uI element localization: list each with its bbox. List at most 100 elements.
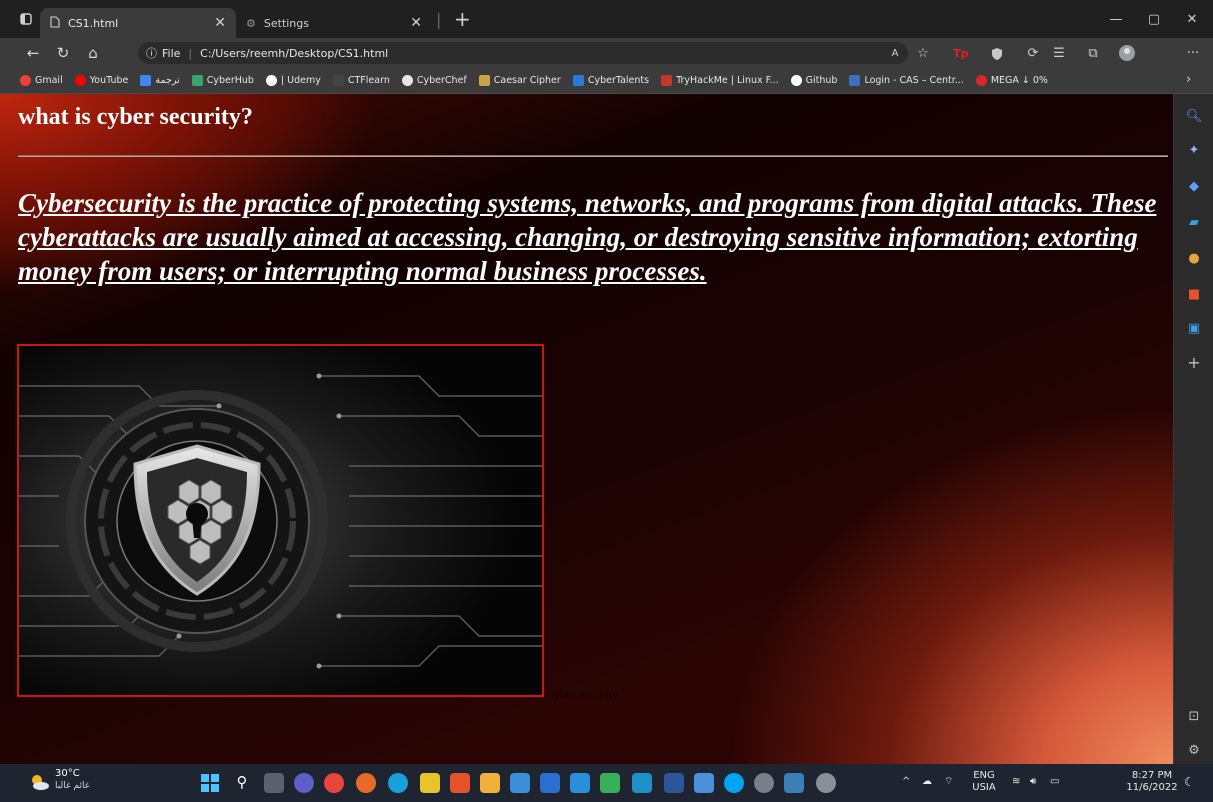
- mega-icon: [975, 75, 987, 86]
- bookmarks-bar: Gmail YouTube ترجمة CyberHub | Udemy CTF…: [0, 68, 1213, 94]
- add-icon[interactable]: +: [1184, 352, 1204, 372]
- chevron-right-icon[interactable]: ›: [1186, 72, 1191, 87]
- close-window-icon[interactable]: ✕: [1173, 0, 1211, 38]
- office-icon[interactable]: ■: [1184, 284, 1204, 304]
- search-icon[interactable]: ⚲: [232, 773, 252, 793]
- mail-icon[interactable]: [570, 773, 590, 793]
- tab-title: Settings: [263, 16, 309, 30]
- more-menu-icon[interactable]: ···: [1180, 40, 1206, 66]
- url-text: C:/Users/reemh/Desktop/CS1.html: [200, 46, 389, 60]
- sidebar-toggle-icon[interactable]: ⊡: [1184, 706, 1204, 726]
- close-tab-icon[interactable]: ✕: [410, 15, 422, 31]
- horizontal-rule: [18, 155, 1168, 157]
- read-aloud-icon[interactable]: A: [882, 40, 908, 66]
- battery-icon[interactable]: ▭: [1050, 776, 1059, 788]
- app-icon[interactable]: [420, 773, 440, 793]
- info-icon: ⓘ: [146, 47, 157, 60]
- app-icon[interactable]: [632, 773, 652, 793]
- address-bar[interactable]: ⓘ File | C:/Users/reemh/Desktop/CS1.html: [138, 42, 908, 64]
- bookmark-item[interactable]: Login - CAS – Centr...: [849, 75, 964, 86]
- chat-icon[interactable]: [294, 773, 314, 793]
- bookmark-item[interactable]: MEGA ↓ 0%: [975, 75, 1048, 86]
- bookmark-item[interactable]: Caesar Cipher: [478, 75, 561, 86]
- shield-extension-icon[interactable]: [984, 40, 1010, 66]
- app-icon[interactable]: [356, 773, 376, 793]
- bookmark-item[interactable]: TryHackMe | Linux F...: [661, 75, 779, 86]
- bookmark-item[interactable]: CTFlearn: [332, 75, 390, 86]
- bookmark-item[interactable]: ترجمة: [140, 75, 180, 86]
- page-icon: [50, 15, 60, 31]
- search-icon[interactable]: 🔍︎: [1184, 106, 1204, 126]
- file-explorer-icon[interactable]: [480, 773, 500, 793]
- app-icon[interactable]: [784, 773, 804, 793]
- workspaces-icon[interactable]: [12, 5, 40, 33]
- collections-icon[interactable]: ⧉: [1080, 40, 1106, 66]
- back-icon[interactable]: ←: [18, 39, 48, 67]
- bookmark-item[interactable]: CyberTalents: [572, 75, 649, 86]
- word-icon[interactable]: [664, 773, 684, 793]
- refresh-icon[interactable]: ↻: [48, 39, 78, 67]
- github-icon: [790, 75, 802, 86]
- office-icon[interactable]: [450, 773, 470, 793]
- shopping-tag-icon[interactable]: ◆: [1184, 176, 1204, 196]
- app-icon[interactable]: [754, 773, 774, 793]
- volume-icon[interactable]: 🔊︎: [1030, 776, 1036, 788]
- bookmark-item[interactable]: Github: [790, 75, 837, 86]
- onedrive-icon[interactable]: ☁: [922, 776, 932, 788]
- minimize-icon[interactable]: —: [1097, 0, 1135, 38]
- cyber-security-image: [17, 344, 544, 697]
- page-content: what is cyber security? Cybersecurity is…: [0, 94, 1173, 764]
- edge-sidebar: 🔍︎ ✦ ◆ ▰ ● ■ ▣ + ⊡ ⚙: [1173, 94, 1213, 764]
- bookmark-item[interactable]: CyberHub: [191, 75, 254, 86]
- weather-icon[interactable]: [28, 772, 50, 792]
- tryhackme-icon: [661, 75, 673, 86]
- flag-icon[interactable]: [600, 773, 620, 793]
- bookmark-item[interactable]: CyberChef: [401, 75, 467, 86]
- image-caption: Cyber Security: [546, 687, 619, 701]
- favorite-star-icon[interactable]: ☆: [910, 40, 936, 66]
- tools-briefcase-icon[interactable]: ▰: [1184, 212, 1204, 232]
- clock[interactable]: 8:27 PM 11/6/2022: [1124, 770, 1180, 794]
- tab-divider: |: [436, 9, 442, 29]
- extensions-icon[interactable]: ⟳: [1020, 40, 1046, 66]
- extension-tp-icon[interactable]: Tp: [948, 40, 974, 66]
- store-icon[interactable]: [540, 773, 560, 793]
- network-tray-icon[interactable]: ⌔: [944, 776, 953, 788]
- tab-settings[interactable]: ⚙ Settings ✕: [236, 8, 432, 38]
- tab-title: CS1.html: [68, 16, 119, 30]
- cyberchef-icon: [401, 75, 413, 86]
- favorites-icon[interactable]: ☰: [1046, 40, 1072, 66]
- settings-gear-icon[interactable]: ⚙: [1184, 740, 1204, 760]
- windows-start-icon[interactable]: [200, 773, 220, 793]
- caesar-cipher-icon: [478, 75, 490, 86]
- language-indicator[interactable]: ENG USIA: [966, 770, 1002, 794]
- outlook-icon[interactable]: ▣: [1184, 318, 1204, 338]
- chevron-up-icon[interactable]: ^: [902, 776, 910, 788]
- notepad-icon[interactable]: [510, 773, 530, 793]
- bookmark-item[interactable]: Gmail: [20, 75, 63, 86]
- bookmark-item[interactable]: YouTube: [74, 75, 128, 86]
- bookmark-item[interactable]: | Udemy: [265, 75, 321, 86]
- photos-icon[interactable]: [694, 773, 714, 793]
- scheme-label: File: [162, 46, 181, 60]
- settings-icon[interactable]: [816, 773, 836, 793]
- cybersecurity-paragraph: Cybersecurity is the practice of protect…: [18, 188, 1157, 286]
- close-tab-icon[interactable]: ✕: [214, 15, 226, 31]
- ctflearn-icon: [332, 75, 344, 86]
- skype-icon[interactable]: [724, 773, 744, 793]
- new-tab-button[interactable]: +: [449, 7, 475, 31]
- wifi-icon[interactable]: ≋: [1012, 776, 1020, 788]
- restore-icon[interactable]: ▢: [1135, 0, 1173, 38]
- profile-avatar[interactable]: [1114, 40, 1140, 66]
- home-icon[interactable]: ⌂: [78, 39, 108, 67]
- edge-icon[interactable]: [388, 773, 408, 793]
- task-view-icon[interactable]: [264, 773, 284, 793]
- tab-cs1[interactable]: CS1.html ✕: [40, 8, 236, 38]
- games-icon[interactable]: ●: [1184, 248, 1204, 268]
- notifications-icon[interactable]: ☾: [1184, 776, 1195, 788]
- page-heading: what is cyber security?: [18, 104, 253, 130]
- cybertalents-icon: [572, 75, 584, 86]
- chrome-icon[interactable]: [324, 773, 344, 793]
- login-cas-icon: [849, 75, 861, 86]
- discover-icon[interactable]: ✦: [1184, 140, 1204, 160]
